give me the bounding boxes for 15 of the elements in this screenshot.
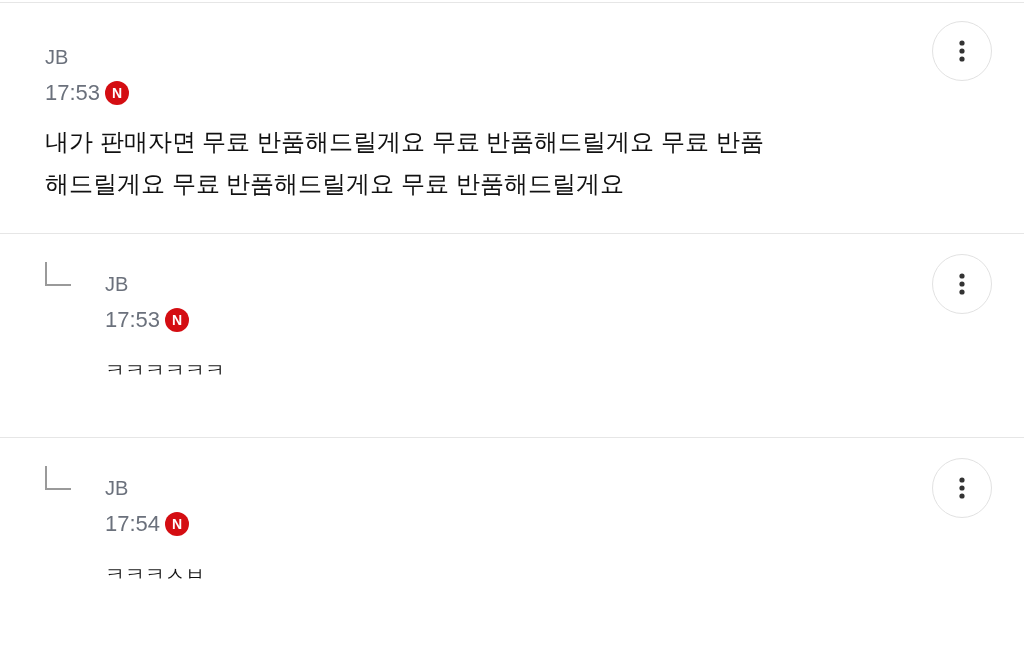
comment-text: ㅋㅋㅋㅅㅂ bbox=[105, 562, 205, 587]
new-badge: N bbox=[165, 308, 190, 332]
new-badge: N bbox=[165, 512, 190, 536]
new-badge: N bbox=[105, 81, 130, 105]
comment-time: 17:54 bbox=[105, 510, 161, 538]
author-name: JB bbox=[45, 45, 69, 70]
comment-text: 내가 판매자면 무료 반품해드릴게요 무료 반품해드릴게요 무료 반품해드릴게요 무료 반품해드릴게요 무료 반품해드릴게요 bbox=[45, 127, 765, 199]
comment-time: 17:53 bbox=[105, 306, 161, 334]
author-name: JB bbox=[105, 476, 129, 501]
more-icon bbox=[959, 40, 965, 62]
more-icon bbox=[959, 477, 965, 499]
more-icon bbox=[959, 273, 965, 295]
author-name: JB bbox=[105, 272, 129, 297]
comment-text: ㅋㅋㅋㅋㅋㅋ bbox=[105, 358, 225, 383]
comment-time: 17:53 bbox=[45, 79, 101, 107]
